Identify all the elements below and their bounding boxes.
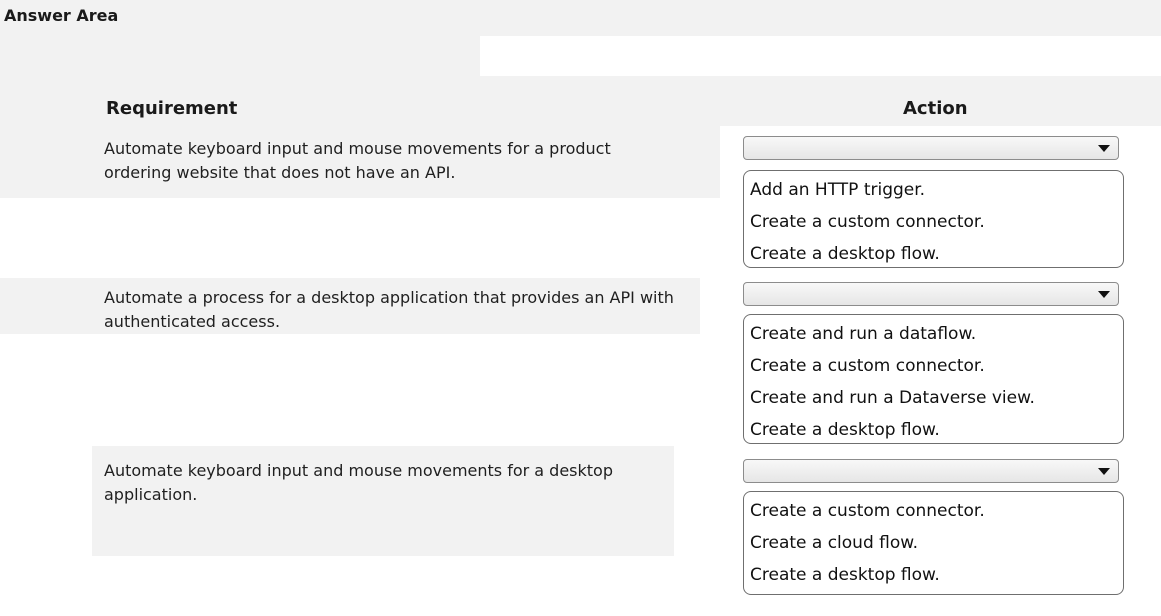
options-list-3: Create a custom connector. Create a clou… bbox=[743, 491, 1124, 595]
option-item[interactable]: Create a cloud flow. bbox=[750, 527, 1117, 559]
option-item[interactable]: Create a desktop flow. bbox=[750, 559, 1117, 591]
option-item[interactable]: Create a custom connector. bbox=[750, 206, 1117, 238]
chevron-down-icon[interactable] bbox=[1098, 468, 1110, 475]
option-item[interactable]: Create a desktop flow. bbox=[750, 238, 1117, 270]
options-list-2: Create and run a dataflow. Create a cust… bbox=[743, 314, 1124, 444]
option-item[interactable]: Create and run a dataflow. bbox=[750, 318, 1117, 350]
requirement-text-3: Automate keyboard input and mouse moveme… bbox=[104, 461, 613, 504]
action-header: Action bbox=[903, 98, 968, 119]
option-item[interactable]: Create a custom connector. bbox=[750, 495, 1117, 527]
requirement-text-1: Automate keyboard input and mouse moveme… bbox=[104, 139, 611, 182]
chevron-down-icon[interactable] bbox=[1098, 145, 1110, 152]
requirement-header: Requirement bbox=[106, 98, 238, 119]
background-band-left-top bbox=[0, 36, 480, 76]
answer-area-title: Answer Area bbox=[4, 6, 119, 25]
options-list-1: Add an HTTP trigger. Create a custom con… bbox=[743, 170, 1124, 268]
action-dropdown-3[interactable] bbox=[743, 459, 1119, 483]
chevron-down-icon[interactable] bbox=[1098, 291, 1110, 298]
option-item[interactable]: Create a custom connector. bbox=[750, 350, 1117, 382]
requirement-text-2: Automate a process for a desktop applica… bbox=[104, 288, 674, 331]
option-item[interactable]: Create a desktop flow. bbox=[750, 414, 1117, 446]
action-dropdown-1[interactable] bbox=[743, 136, 1119, 160]
background-band-top bbox=[0, 0, 1161, 36]
option-item[interactable]: Create and run a Dataverse view. bbox=[750, 382, 1117, 414]
option-item[interactable]: Add an HTTP trigger. bbox=[750, 174, 1117, 206]
action-dropdown-2[interactable] bbox=[743, 282, 1119, 306]
